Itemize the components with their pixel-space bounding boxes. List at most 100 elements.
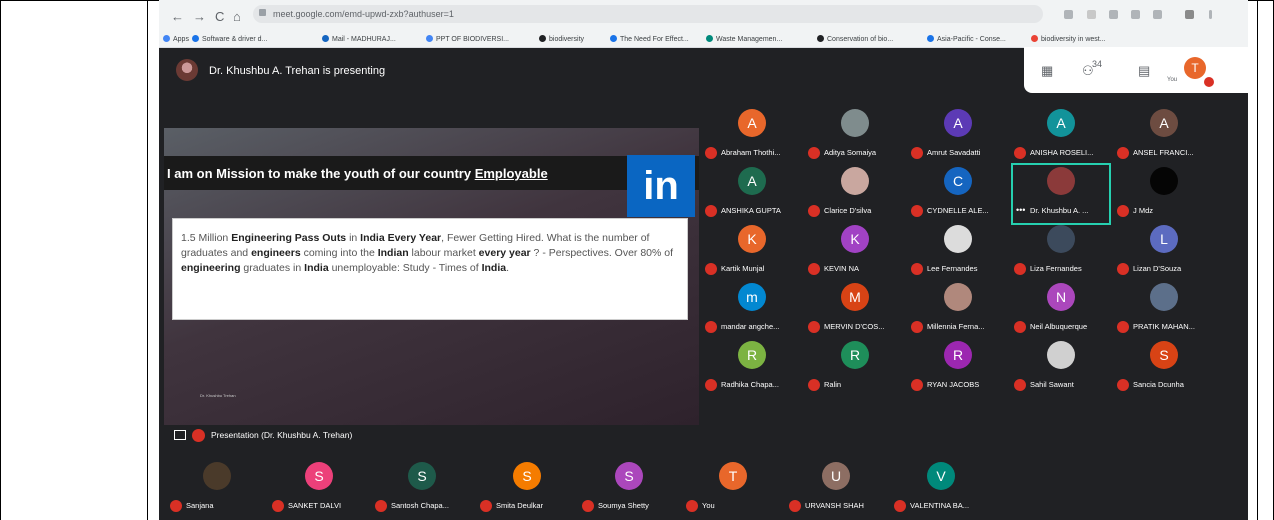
bookmark-item[interactable]: The Need For Effect... <box>610 35 689 43</box>
browser-toolbar: ← → C ⌂ meet.google.com/emd-upwd-zxb?aut… <box>159 0 1248 34</box>
participant-tile[interactable]: A Amrut Savadatti <box>908 105 1008 167</box>
participant-tile[interactable]: S Soumya Shetty <box>579 458 679 520</box>
participant-tile[interactable]: A ANISHA ROSELI... <box>1011 105 1111 167</box>
bookmark-item[interactable]: Mail - MADHURAJ... <box>322 35 396 43</box>
extension-icon[interactable] <box>1064 10 1073 19</box>
participant-tile[interactable]: Liza Fernandes <box>1011 221 1111 283</box>
participant-tile[interactable]: S Sancia Dcunha <box>1114 337 1214 399</box>
mic-off-icon <box>808 147 820 159</box>
avatar: K <box>738 225 766 253</box>
slide-text-box: 1.5 Million Engineering Pass Outs in Ind… <box>172 218 688 320</box>
slide-text-run: India <box>481 262 507 274</box>
slide-title: I am on Mission to make the youth of our… <box>167 166 548 181</box>
avatar: L <box>1150 225 1178 253</box>
avatar[interactable]: T <box>1184 57 1206 79</box>
slide-text-run: ? - Perspectives. Over 80% of <box>530 247 674 259</box>
participant-tile[interactable]: PRATIK MAHAN... <box>1114 279 1214 341</box>
mic-off-icon <box>705 379 717 391</box>
address-bar[interactable]: meet.google.com/emd-upwd-zxb?authuser=1 <box>253 5 1043 23</box>
participant-tile[interactable]: S Santosh Chapa... <box>372 458 472 520</box>
bookmark-item[interactable]: Waste Managemen... <box>706 35 782 43</box>
participant-tile[interactable]: N Neil Albuquerque <box>1011 279 1111 341</box>
present-screen-icon[interactable] <box>174 430 186 440</box>
bookmark-item[interactable]: biodiversity <box>539 35 584 43</box>
mic-off-icon <box>808 263 820 275</box>
participant-name: Clarice D'silva <box>824 206 872 215</box>
home-icon[interactable]: ⌂ <box>233 9 241 24</box>
forward-icon[interactable]: → <box>193 9 206 24</box>
participant-tile[interactable]: Sanjana <box>167 458 267 520</box>
reload-icon[interactable]: C <box>215 9 224 24</box>
avatar: m <box>738 283 766 311</box>
bookmark-label: biodiversity <box>549 36 585 43</box>
participant-name: Liza Fernandes <box>1030 264 1082 273</box>
participant-tile[interactable]: R Radhika Chapa... <box>702 337 802 399</box>
participant-tile[interactable]: Aditya Somaiya <box>805 105 905 167</box>
linkedin-logo-icon: in <box>627 155 695 217</box>
participant-tile[interactable]: Clarice D'silva <box>805 163 905 225</box>
participant-tile[interactable]: C CYDNELLE ALE... <box>908 163 1008 225</box>
participant-tile[interactable]: L Lizan D'Souza <box>1114 221 1214 283</box>
extension-icon-3[interactable] <box>1131 10 1140 19</box>
participant-name: Ralin <box>824 380 842 389</box>
lock-icon <box>259 9 266 16</box>
participant-tile[interactable]: Millennia Ferna... <box>908 279 1008 341</box>
avatar <box>944 283 972 311</box>
participant-name: Neil Albuquerque <box>1030 322 1088 331</box>
more-options-icon[interactable]: ••• <box>1016 205 1025 215</box>
avatar <box>1150 283 1178 311</box>
bookmark-label: Apps <box>173 36 189 43</box>
participant-tile[interactable]: A ANSEL FRANCI... <box>1114 105 1214 167</box>
mic-off-icon <box>789 500 801 512</box>
participant-tile[interactable]: K Kartik Munjal <box>702 221 802 283</box>
avatar: R <box>841 341 869 369</box>
extension-icon-2[interactable] <box>1109 10 1118 19</box>
back-icon[interactable]: ← <box>171 9 184 24</box>
participant-tile[interactable]: S SANKET DALVI <box>269 458 369 520</box>
chat-icon[interactable]: ▤ <box>1138 63 1150 79</box>
participant-tile[interactable]: m mandar angche... <box>702 279 802 341</box>
avatar: A <box>1047 109 1075 137</box>
extension-icon-4[interactable] <box>1153 10 1162 19</box>
avatar: S <box>305 462 333 490</box>
participant-tile[interactable]: Sahil Sawant <box>1011 337 1111 399</box>
slide-text-run: labour market <box>408 247 479 259</box>
menu-icon[interactable] <box>1209 10 1212 19</box>
mic-off-icon <box>272 500 284 512</box>
avatar: S <box>1150 341 1178 369</box>
participant-tile[interactable]: M MERVIN D'COS... <box>805 279 905 341</box>
participant-tile[interactable]: ••• Dr. Khushbu A. ... <box>1011 163 1111 225</box>
bookmark-item[interactable]: Software & driver d... <box>192 35 267 43</box>
participant-tile[interactable]: K KEVIN NA <box>805 221 905 283</box>
participant-tile[interactable]: J Mdz <box>1114 163 1214 225</box>
mic-off-icon <box>808 205 820 217</box>
star-icon[interactable] <box>1087 10 1096 19</box>
bookmark-item[interactable]: biodiversity in west... <box>1031 35 1106 43</box>
bookmark-item[interactable]: PPT OF BIODIVERSI... <box>426 35 509 43</box>
participant-tile[interactable]: T You <box>683 458 783 520</box>
participant-name: RYAN JACOBS <box>927 380 980 389</box>
participant-tile[interactable]: A Abraham Thothi... <box>702 105 802 167</box>
profile-icon[interactable] <box>1185 10 1194 19</box>
bookmark-icon <box>163 35 170 42</box>
participant-tile[interactable]: R RYAN JACOBS <box>908 337 1008 399</box>
avatar: A <box>738 109 766 137</box>
bookmark-item[interactable]: Asia-Pacific - Conse... <box>927 35 1006 43</box>
participant-name: Soumya Shetty <box>598 501 649 510</box>
participant-tile[interactable]: V VALENTINA BA... <box>891 458 991 520</box>
mic-off-icon <box>911 147 923 159</box>
participant-name: Sancia Dcunha <box>1133 380 1184 389</box>
bookmark-label: biodiversity in west... <box>1041 36 1106 43</box>
slide-text-run: graduates in <box>240 262 305 274</box>
bookmark-item[interactable]: Apps <box>163 35 189 43</box>
grid-layout-icon[interactable]: ▦ <box>1041 63 1053 79</box>
participant-tile[interactable]: A ANSHIKA GUPTA <box>702 163 802 225</box>
participant-tile[interactable]: Lee Fernandes <box>908 221 1008 283</box>
mic-off-icon <box>1117 263 1129 275</box>
participant-tile[interactable]: S Smita Deulkar <box>477 458 577 520</box>
participant-name: Smita Deulkar <box>496 501 544 510</box>
bookmark-item[interactable]: Conservation of bio... <box>817 35 893 43</box>
participant-tile[interactable]: U URVANSH SHAH <box>786 458 886 520</box>
avatar <box>1047 341 1075 369</box>
participant-tile[interactable]: R Ralin <box>805 337 905 399</box>
